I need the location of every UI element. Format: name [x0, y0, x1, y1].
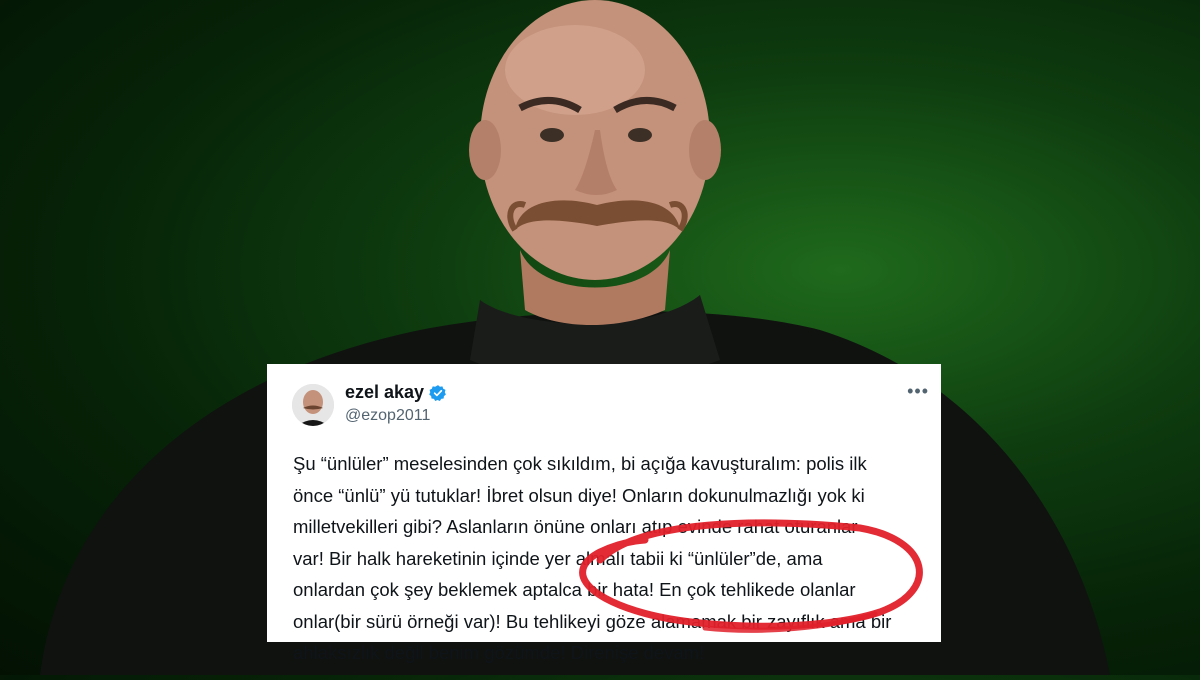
verified-badge-icon: [429, 384, 447, 402]
author-name[interactable]: ezel akay: [345, 382, 424, 403]
author-handle[interactable]: @ezop2011: [345, 407, 447, 425]
avatar[interactable]: [292, 384, 334, 426]
tweet-text: Şu “ünlüler” meselesinden çok sıkıldım, …: [293, 453, 892, 663]
more-options-icon[interactable]: •••: [907, 382, 929, 400]
author-name-row: ezel akay: [345, 382, 447, 403]
author-block: ezel akay @ezop2011: [345, 382, 447, 425]
tweet-card[interactable]: ezel akay @ezop2011 ••• Şu “ünlüler” mes…: [267, 364, 941, 663]
avatar-portrait: [292, 384, 334, 426]
